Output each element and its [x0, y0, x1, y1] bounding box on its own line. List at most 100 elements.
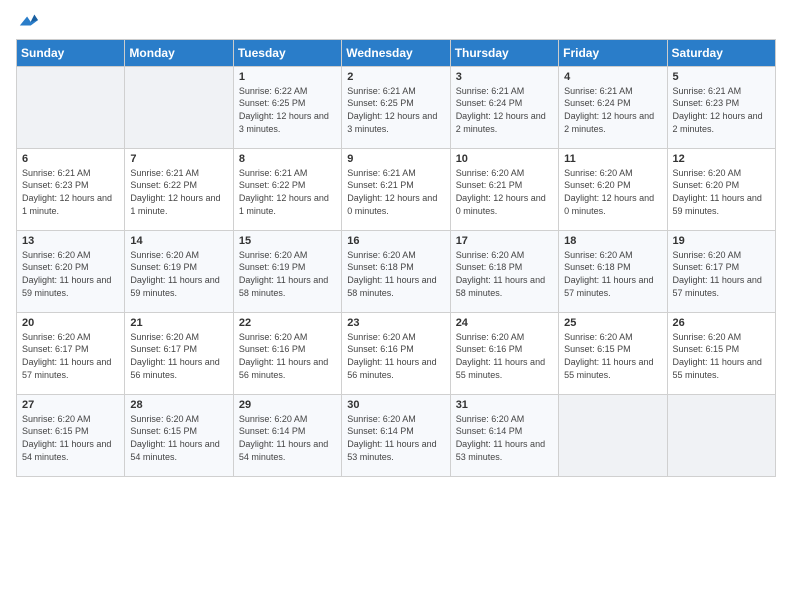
- day-info: Sunrise: 6:21 AM Sunset: 6:24 PM Dayligh…: [456, 85, 553, 135]
- day-number: 1: [239, 71, 336, 83]
- day-info: Sunrise: 6:21 AM Sunset: 6:22 PM Dayligh…: [239, 167, 336, 217]
- calendar-cell: 17 Sunrise: 6:20 AM Sunset: 6:18 PM Dayli…: [450, 230, 558, 312]
- day-info: Sunrise: 6:20 AM Sunset: 6:19 PM Dayligh…: [130, 249, 227, 299]
- calendar-cell: 13Sunrise: 6:20 AM Sunset: 6:20 PM Dayli…: [17, 230, 125, 312]
- day-number: 14: [130, 235, 227, 247]
- calendar-cell: 28 Sunrise: 6:20 AM Sunset: 6:15 PM Dayli…: [125, 394, 233, 476]
- day-info: Sunrise: 6:20 AM Sunset: 6:14 PM Dayligh…: [239, 413, 336, 463]
- calendar-cell: 7 Sunrise: 6:21 AM Sunset: 6:22 PM Daylig…: [125, 148, 233, 230]
- calendar-cell: 25 Sunrise: 6:20 AM Sunset: 6:15 PM Dayli…: [559, 312, 667, 394]
- day-info: Sunrise: 6:20 AM Sunset: 6:14 PM Dayligh…: [347, 413, 444, 463]
- day-number: 16: [347, 235, 444, 247]
- day-info: Sunrise: 6:20 AM Sunset: 6:16 PM Dayligh…: [347, 331, 444, 381]
- calendar-cell: 22 Sunrise: 6:20 AM Sunset: 6:16 PM Dayli…: [233, 312, 341, 394]
- calendar-cell: 26 Sunrise: 6:20 AM Sunset: 6:15 PM Dayli…: [667, 312, 775, 394]
- day-number: 20: [22, 317, 119, 329]
- page: SundayMondayTuesdayWednesdayThursdayFrid…: [0, 0, 792, 612]
- calendar-cell: 5Sunrise: 6:21 AM Sunset: 6:23 PM Daylig…: [667, 66, 775, 148]
- day-header-tuesday: Tuesday: [233, 39, 341, 66]
- calendar-cell: 2 Sunrise: 6:21 AM Sunset: 6:25 PM Daylig…: [342, 66, 450, 148]
- calendar-cell: 23 Sunrise: 6:20 AM Sunset: 6:16 PM Dayli…: [342, 312, 450, 394]
- calendar-cell: 6Sunrise: 6:21 AM Sunset: 6:23 PM Daylig…: [17, 148, 125, 230]
- calendar-cell: 11Sunrise: 6:20 AM Sunset: 6:20 PM Dayli…: [559, 148, 667, 230]
- day-number: 12: [673, 153, 770, 165]
- calendar-cell: 4 Sunrise: 6:21 AM Sunset: 6:24 PM Daylig…: [559, 66, 667, 148]
- day-info: Sunrise: 6:20 AM Sunset: 6:18 PM Dayligh…: [564, 249, 661, 299]
- day-number: 19: [673, 235, 770, 247]
- day-number: 7: [130, 153, 227, 165]
- week-row-2: 6Sunrise: 6:21 AM Sunset: 6:23 PM Daylig…: [17, 148, 776, 230]
- day-info: Sunrise: 6:20 AM Sunset: 6:15 PM Dayligh…: [673, 331, 770, 381]
- day-number: 25: [564, 317, 661, 329]
- day-info: Sunrise: 6:20 AM Sunset: 6:19 PM Dayligh…: [239, 249, 336, 299]
- day-header-sunday: Sunday: [17, 39, 125, 66]
- day-info: Sunrise: 6:21 AM Sunset: 6:24 PM Dayligh…: [564, 85, 661, 135]
- calendar-cell: [559, 394, 667, 476]
- calendar-cell: 19 Sunrise: 6:20 AM Sunset: 6:17 PM Dayli…: [667, 230, 775, 312]
- calendar-cell: 12 Sunrise: 6:20 AM Sunset: 6:20 PM Dayli…: [667, 148, 775, 230]
- day-info: Sunrise: 6:22 AM Sunset: 6:25 PM Dayligh…: [239, 85, 336, 135]
- day-info: Sunrise: 6:20 AM Sunset: 6:20 PM Dayligh…: [673, 167, 770, 217]
- week-row-5: 27Sunrise: 6:20 AM Sunset: 6:15 PM Dayli…: [17, 394, 776, 476]
- day-number: 13: [22, 235, 119, 247]
- day-number: 21: [130, 317, 227, 329]
- calendar-cell: 27Sunrise: 6:20 AM Sunset: 6:15 PM Dayli…: [17, 394, 125, 476]
- day-number: 28: [130, 399, 227, 411]
- day-header-friday: Friday: [559, 39, 667, 66]
- calendar-cell: [125, 66, 233, 148]
- calendar-cell: 3 Sunrise: 6:21 AM Sunset: 6:24 PM Daylig…: [450, 66, 558, 148]
- calendar-cell: 1 Sunrise: 6:22 AM Sunset: 6:25 PM Daylig…: [233, 66, 341, 148]
- day-info: Sunrise: 6:21 AM Sunset: 6:21 PM Dayligh…: [347, 167, 444, 217]
- logo: [16, 10, 38, 31]
- calendar-cell: 10Sunrise: 6:20 AM Sunset: 6:21 PM Dayli…: [450, 148, 558, 230]
- calendar-cell: 21 Sunrise: 6:20 AM Sunset: 6:17 PM Dayli…: [125, 312, 233, 394]
- day-info: Sunrise: 6:21 AM Sunset: 6:25 PM Dayligh…: [347, 85, 444, 135]
- day-info: Sunrise: 6:20 AM Sunset: 6:14 PM Dayligh…: [456, 413, 553, 463]
- week-row-1: 1 Sunrise: 6:22 AM Sunset: 6:25 PM Daylig…: [17, 66, 776, 148]
- week-row-3: 13Sunrise: 6:20 AM Sunset: 6:20 PM Dayli…: [17, 230, 776, 312]
- calendar-cell: [667, 394, 775, 476]
- day-info: Sunrise: 6:20 AM Sunset: 6:20 PM Dayligh…: [564, 167, 661, 217]
- day-number: 17: [456, 235, 553, 247]
- day-info: Sunrise: 6:20 AM Sunset: 6:15 PM Dayligh…: [22, 413, 119, 463]
- week-row-4: 20 Sunrise: 6:20 AM Sunset: 6:17 PM Dayli…: [17, 312, 776, 394]
- day-number: 29: [239, 399, 336, 411]
- day-info: Sunrise: 6:21 AM Sunset: 6:22 PM Dayligh…: [130, 167, 227, 217]
- calendar-cell: 18 Sunrise: 6:20 AM Sunset: 6:18 PM Dayli…: [559, 230, 667, 312]
- day-info: Sunrise: 6:20 AM Sunset: 6:17 PM Dayligh…: [130, 331, 227, 381]
- day-number: 30: [347, 399, 444, 411]
- day-number: 15: [239, 235, 336, 247]
- day-info: Sunrise: 6:20 AM Sunset: 6:17 PM Dayligh…: [22, 331, 119, 381]
- calendar-cell: 29 Sunrise: 6:20 AM Sunset: 6:14 PM Dayli…: [233, 394, 341, 476]
- day-number: 5: [673, 71, 770, 83]
- day-info: Sunrise: 6:20 AM Sunset: 6:18 PM Dayligh…: [456, 249, 553, 299]
- day-number: 2: [347, 71, 444, 83]
- day-info: Sunrise: 6:21 AM Sunset: 6:23 PM Dayligh…: [22, 167, 119, 217]
- day-number: 23: [347, 317, 444, 329]
- day-number: 8: [239, 153, 336, 165]
- day-number: 31: [456, 399, 553, 411]
- day-info: Sunrise: 6:20 AM Sunset: 6:15 PM Dayligh…: [564, 331, 661, 381]
- day-header-thursday: Thursday: [450, 39, 558, 66]
- calendar-cell: 9 Sunrise: 6:21 AM Sunset: 6:21 PM Daylig…: [342, 148, 450, 230]
- calendar-table: SundayMondayTuesdayWednesdayThursdayFrid…: [16, 39, 776, 477]
- day-number: 4: [564, 71, 661, 83]
- day-info: Sunrise: 6:20 AM Sunset: 6:17 PM Dayligh…: [673, 249, 770, 299]
- day-number: 9: [347, 153, 444, 165]
- calendar-cell: 30 Sunrise: 6:20 AM Sunset: 6:14 PM Dayli…: [342, 394, 450, 476]
- day-number: 3: [456, 71, 553, 83]
- day-header-monday: Monday: [125, 39, 233, 66]
- day-header-wednesday: Wednesday: [342, 39, 450, 66]
- days-header-row: SundayMondayTuesdayWednesdayThursdayFrid…: [17, 39, 776, 66]
- day-number: 24: [456, 317, 553, 329]
- calendar-cell: 31 Sunrise: 6:20 AM Sunset: 6:14 PM Dayli…: [450, 394, 558, 476]
- header: [16, 10, 776, 31]
- calendar-cell: 16Sunrise: 6:20 AM Sunset: 6:18 PM Dayli…: [342, 230, 450, 312]
- day-info: Sunrise: 6:20 AM Sunset: 6:15 PM Dayligh…: [130, 413, 227, 463]
- day-number: 22: [239, 317, 336, 329]
- day-info: Sunrise: 6:20 AM Sunset: 6:16 PM Dayligh…: [239, 331, 336, 381]
- calendar-cell: 14 Sunrise: 6:20 AM Sunset: 6:19 PM Dayli…: [125, 230, 233, 312]
- day-number: 18: [564, 235, 661, 247]
- calendar-cell: 20 Sunrise: 6:20 AM Sunset: 6:17 PM Dayli…: [17, 312, 125, 394]
- day-number: 26: [673, 317, 770, 329]
